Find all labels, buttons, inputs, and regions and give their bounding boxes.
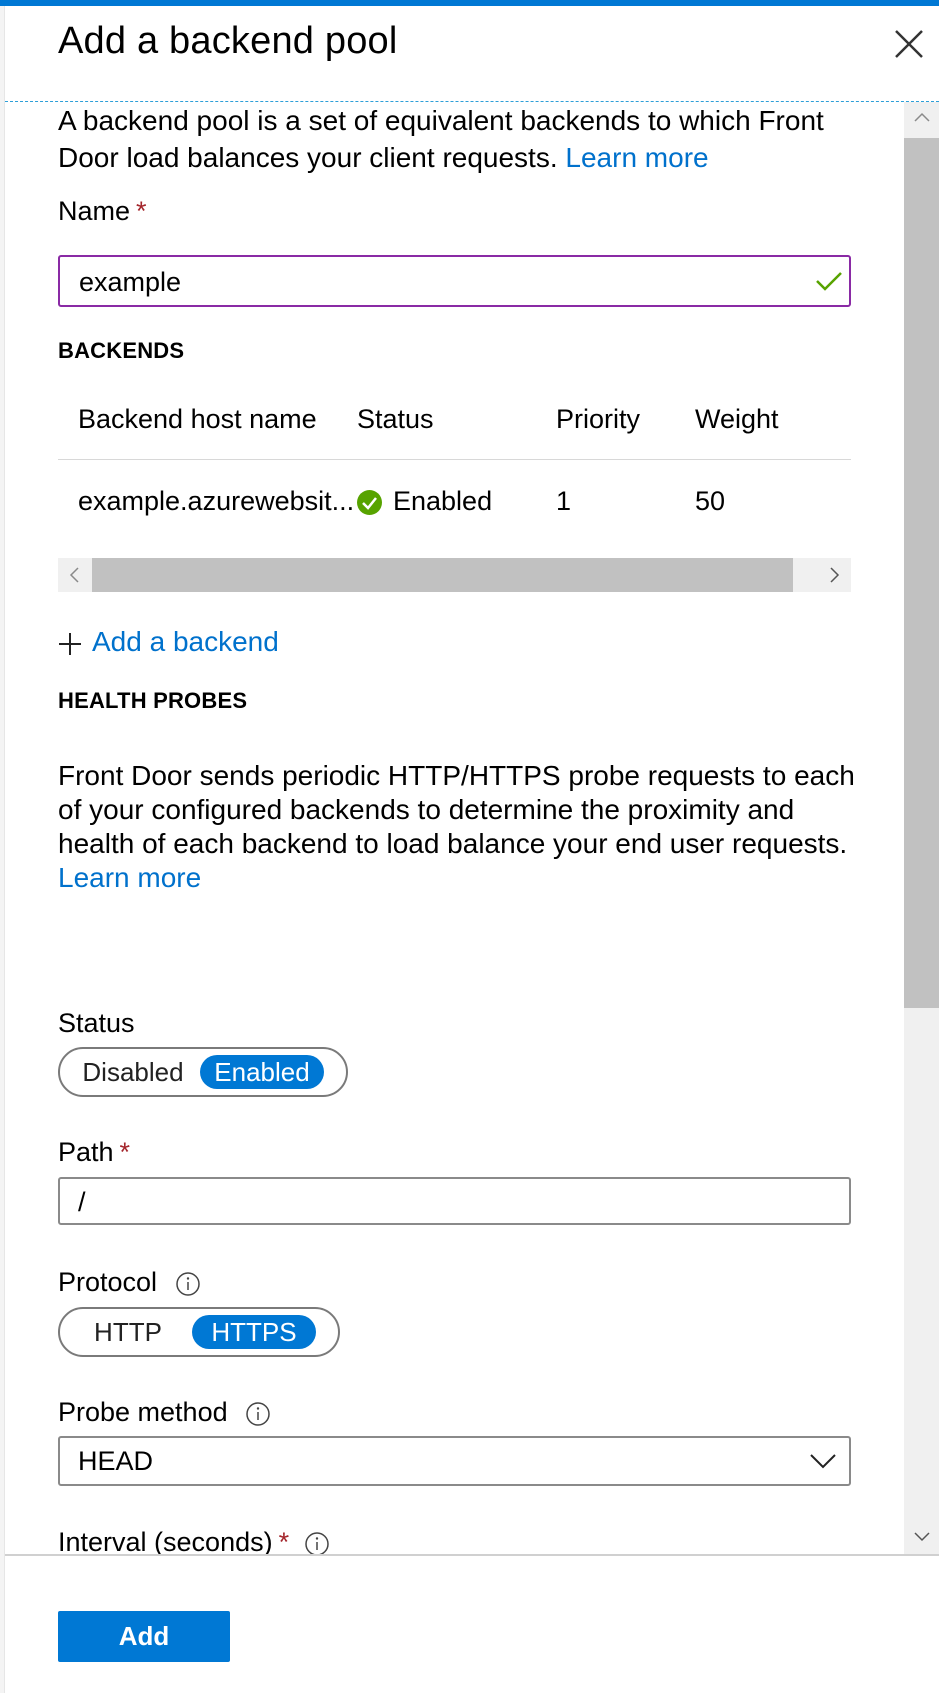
health-probes-description-text: Front Door sends periodic HTTP/HTTPS pro… — [58, 760, 855, 859]
required-mark: * — [119, 1137, 131, 1167]
backend-priority-cell: 1 — [556, 486, 572, 516]
blade-footer: Add — [5, 1556, 939, 1693]
column-header-host[interactable]: Backend host name — [78, 404, 317, 435]
table-header-divider — [58, 459, 851, 460]
scroll-left-arrow-icon[interactable] — [65, 565, 85, 585]
blade-vertical-scrollbar[interactable] — [904, 102, 939, 1554]
column-header-status[interactable]: Status — [357, 404, 434, 435]
health-probes-description: Front Door sends periodic HTTP/HTTPS pro… — [58, 759, 858, 895]
blade-content[interactable]: A backend pool is a set of equivalent ba… — [5, 102, 904, 1554]
path-label-text: Path — [58, 1137, 114, 1167]
add-button[interactable]: Add — [58, 1611, 230, 1662]
required-mark: * — [278, 1527, 290, 1554]
info-icon[interactable] — [175, 1271, 201, 1297]
status-label: Status — [58, 1008, 135, 1038]
status-toggle[interactable]: Disabled Enabled — [58, 1047, 348, 1097]
status-option-enabled[interactable]: Enabled — [200, 1055, 324, 1089]
blade-header: Add a backend pool — [5, 6, 939, 102]
backend-weight-cell: 50 — [695, 486, 726, 516]
intro-learn-more-link[interactable]: Learn more — [565, 142, 708, 173]
info-icon[interactable] — [245, 1401, 271, 1427]
blade-title: Add a backend pool — [58, 20, 398, 62]
add-backend-label: Add a backend — [92, 626, 279, 657]
backends-heading: BACKENDS — [58, 338, 185, 363]
name-label: Name * — [58, 196, 147, 227]
required-mark: * — [136, 196, 147, 226]
protocol-toggle[interactable]: HTTP HTTPS — [58, 1307, 340, 1357]
backend-status-cell: Enabled — [357, 486, 492, 517]
scroll-right-arrow-icon[interactable] — [824, 565, 844, 585]
info-icon[interactable] — [304, 1531, 330, 1554]
health-probes-heading: HEALTH PROBES — [58, 688, 248, 713]
intro-text: A backend pool is a set of equivalent ba… — [58, 105, 824, 173]
path-label: Path * — [58, 1137, 130, 1168]
checkmark-icon — [816, 272, 842, 291]
close-icon — [895, 30, 923, 58]
scroll-up-arrow-icon[interactable] — [912, 108, 932, 128]
plus-icon — [59, 633, 81, 655]
vertical-scroll-thumb[interactable] — [904, 138, 939, 1008]
chevron-down-icon — [810, 1454, 836, 1469]
close-button[interactable] — [889, 24, 929, 64]
probe-method-dropdown[interactable]: HEAD — [58, 1436, 851, 1486]
health-probes-learn-more-link[interactable]: Learn more — [58, 862, 201, 893]
intro-paragraph: A backend pool is a set of equivalent ba… — [58, 102, 848, 176]
column-header-weight[interactable]: Weight — [695, 404, 779, 435]
name-label-text: Name — [58, 196, 131, 226]
status-option-disabled[interactable]: Disabled — [66, 1055, 200, 1089]
probe-method-label: Probe method — [58, 1397, 228, 1427]
scroll-down-arrow-icon[interactable] — [912, 1526, 932, 1546]
horizontal-scroll-thumb[interactable] — [92, 558, 793, 592]
column-header-priority[interactable]: Priority — [556, 404, 640, 435]
protocol-label: Protocol — [58, 1267, 158, 1297]
name-input[interactable]: example — [58, 255, 851, 307]
protocol-option-https[interactable]: HTTPS — [192, 1315, 316, 1349]
interval-label: Interval (seconds) * — [58, 1527, 289, 1554]
table-horizontal-scrollbar[interactable] — [58, 558, 851, 592]
path-input[interactable]: / — [58, 1177, 851, 1225]
protocol-option-http[interactable]: HTTP — [66, 1315, 190, 1349]
backend-status-text: Enabled — [393, 486, 493, 516]
interval-label-text: Interval (seconds) — [58, 1527, 273, 1554]
path-input-value: / — [78, 1187, 86, 1217]
backend-host-cell: example.azurewebsit... — [78, 486, 355, 516]
status-enabled-icon — [357, 490, 382, 515]
name-input-value: example — [79, 267, 182, 297]
probe-method-value: HEAD — [78, 1446, 154, 1476]
